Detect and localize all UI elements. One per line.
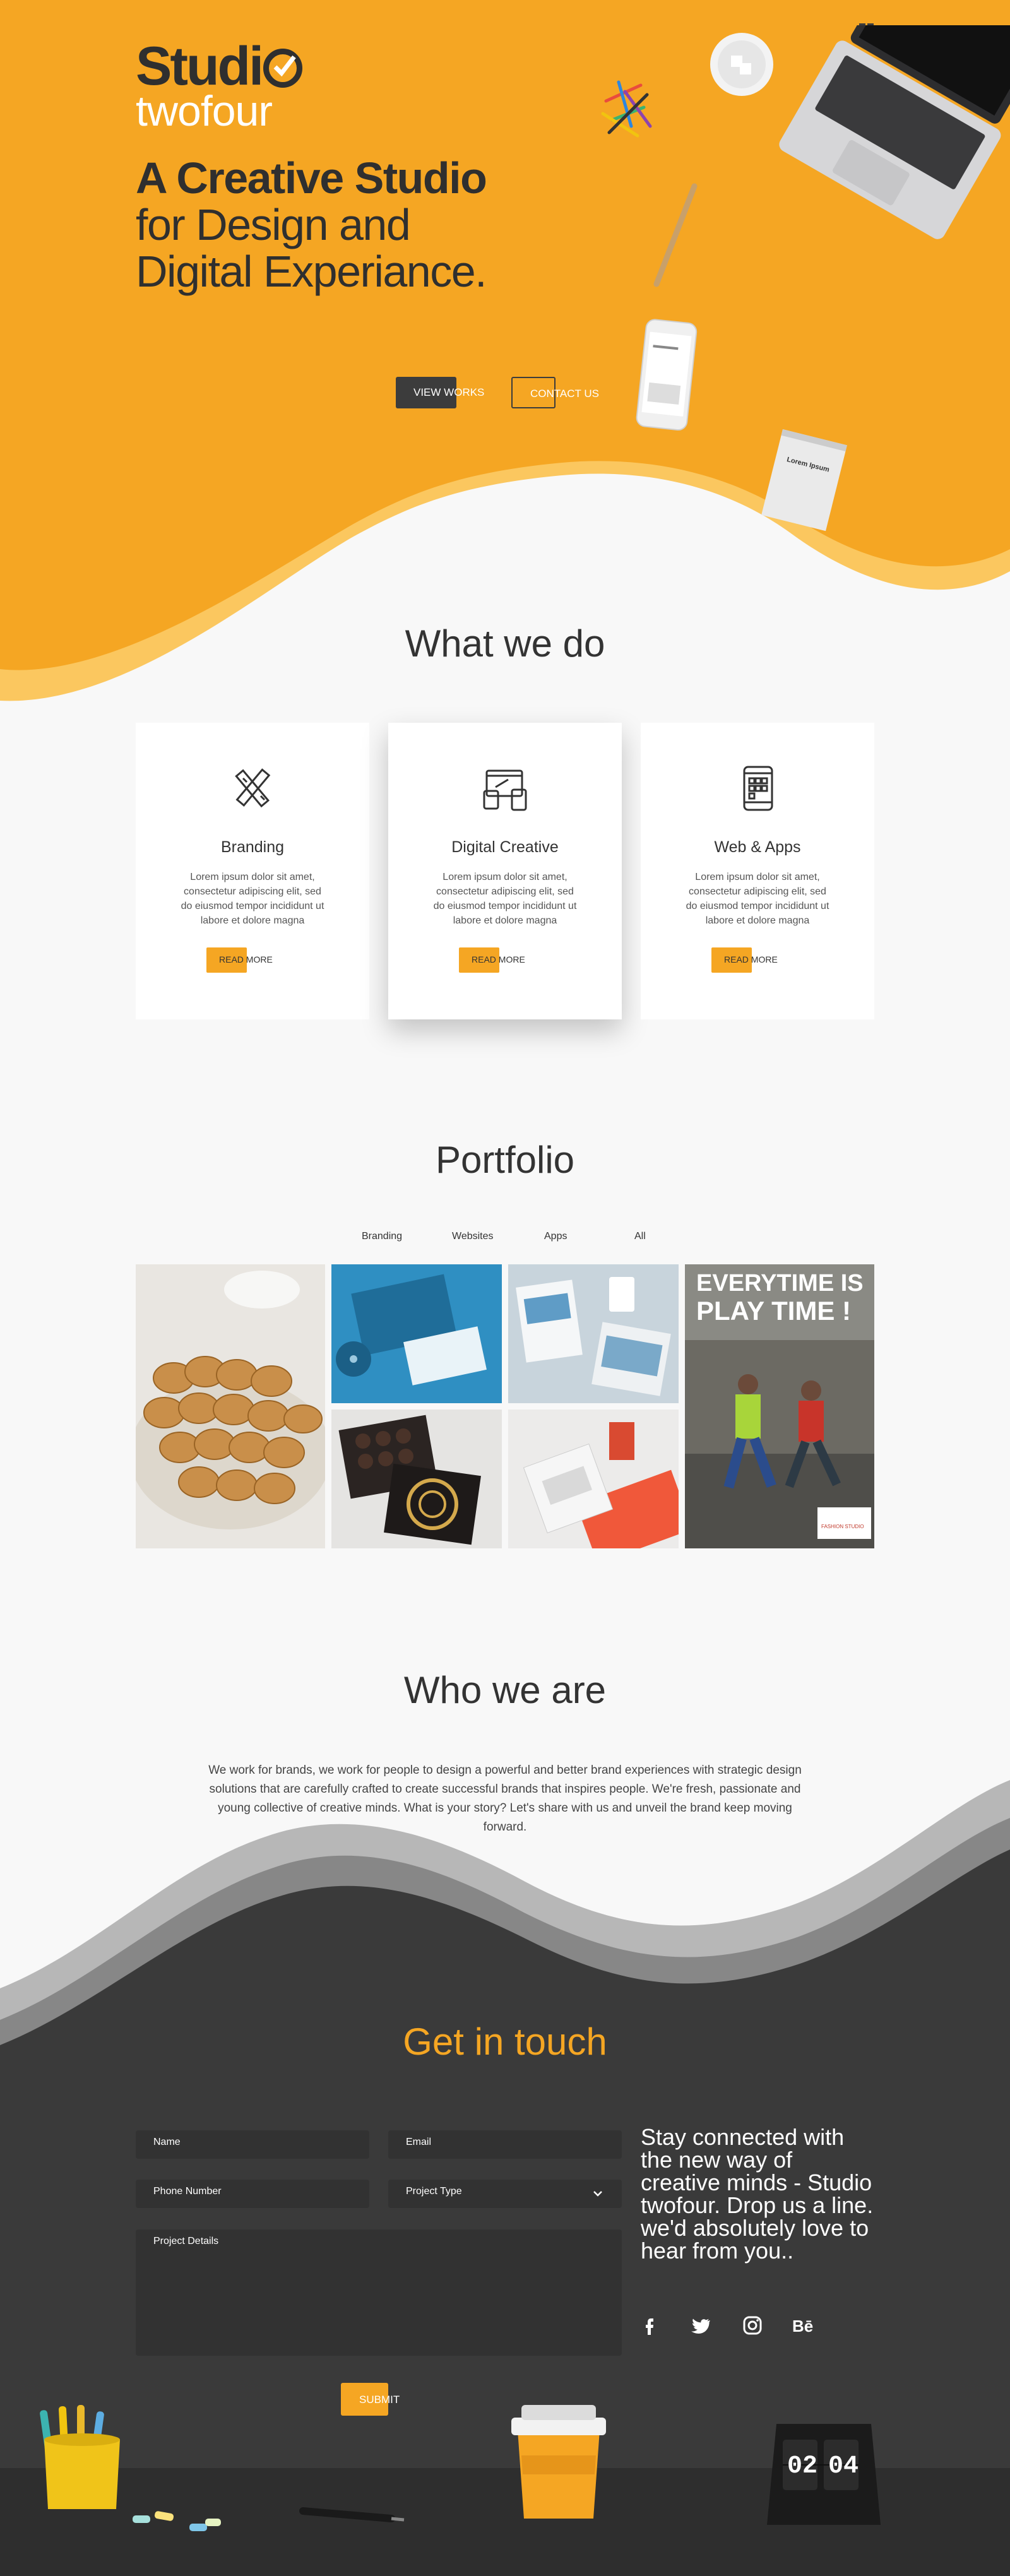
logo-check-icon [263,49,302,88]
pencil-cup-icon [40,2405,120,2509]
phone-placeholder: Phone Number [153,2186,222,2197]
twitter-icon[interactable] [690,2315,711,2336]
portfolio-item-play-time-poster[interactable]: EVERYTIME IS PLAY TIME ! FASHION STUDIO [685,1264,874,1548]
card-text: Lorem ipsum dolor sit amet, consectetur … [686,872,829,926]
filter-apps[interactable]: Apps [544,1231,567,1242]
svg-text:EVERYTIME IS: EVERYTIME IS [696,1270,864,1297]
project-details-textarea[interactable]: Project Details [136,2229,622,2356]
what-we-do-title: What we do [405,622,605,665]
svg-text:PLAY TIME !: PLAY TIME ! [696,1296,851,1326]
laptop-icon [779,25,1010,239]
card-title: Web & Apps [714,838,801,856]
hero-headline: A Creative Studio for Design and Digital… [136,153,487,296]
pencil-ruler-icon [235,768,271,808]
service-card-branding[interactable]: Branding Lorem ipsum dolor sit amet, con… [136,723,369,1019]
studio-logo[interactable]: Studi twofour [136,39,302,133]
headline-line-3: Digital Experiance. [136,247,487,296]
portfolio-title: Portfolio [435,1139,575,1181]
behance-icon[interactable]: Bē [792,2315,817,2336]
filter-websites[interactable]: Websites [452,1231,494,1242]
flip-clock-icon [767,2424,881,2525]
email-field[interactable]: Email [388,2130,622,2159]
portfolio-item-stationery[interactable] [508,1264,679,1403]
pen-footer-icon [299,2507,405,2522]
read-more-button[interactable]: READ MORE [206,947,273,973]
name-field[interactable]: Name [136,2130,369,2159]
portfolio-item-chocolate-box[interactable] [331,1410,502,1548]
instagram-icon[interactable] [742,2315,763,2336]
smartphone-icon [636,319,698,431]
phone-field[interactable]: Phone Number [136,2180,369,2208]
logo-text-twofour: twofour [136,87,273,135]
name-placeholder: Name [153,2137,181,2147]
stationery-mockup-image [508,1264,679,1403]
cookies-image [136,1264,325,1548]
project-type-select[interactable]: Project Type [388,2180,622,2208]
coffee-cup-icon [710,33,773,96]
devices-icon [483,769,527,811]
service-card-digital-creative[interactable]: Digital Creative Lorem ipsum dolor sit a… [388,723,622,1019]
read-more-label: READ MORE [472,954,525,965]
email-placeholder: Email [406,2137,432,2147]
read-more-button[interactable]: READ MORE [711,947,778,973]
get-in-touch-title: Get in touch [403,2021,607,2063]
svg-text:Bē: Bē [792,2317,813,2336]
read-more-button[interactable]: READ MORE [459,947,525,973]
card-title: Digital Creative [451,838,559,856]
card-text: Lorem ipsum dolor sit amet, consectetur … [181,872,324,926]
headline-line-1: A Creative Studio [136,153,487,203]
view-works-label: VIEW WORKS [413,386,485,398]
chevron-down-icon [593,2191,602,2197]
clock-hour-digits: 02 [787,2452,818,2481]
coffee-cup-footer-icon [511,2405,606,2519]
notepad-icon: Lorem Ipsum [761,429,847,531]
project-details-placeholder: Project Details [153,2236,219,2247]
mobile-app-icon [743,766,773,811]
card-title: Branding [220,838,285,856]
blue-stationery-image [331,1264,502,1403]
who-we-are-title: Who we are [403,1669,607,1711]
hero-desk-illustration: Lorem Ipsum [601,25,1010,531]
portfolio-item-cookies[interactable] [136,1264,325,1548]
contact-us-button[interactable]: CONTACT US [511,377,599,408]
colored-pencils-icon [601,80,652,138]
card-text: Lorem ipsum dolor sit amet, consectetur … [433,872,577,926]
filter-branding[interactable]: Branding [362,1231,402,1242]
orange-print-mockup-image [508,1410,679,1548]
who-we-are-text: We work for brands, we work for people t… [208,1764,802,1834]
svg-text:FASHION STUDIO: FASHION STUDIO [821,1524,864,1529]
services-cards: Branding Lorem ipsum dolor sit amet, con… [136,723,874,1019]
view-works-button[interactable]: VIEW WORKS [396,377,484,408]
play-time-poster-image: EVERYTIME IS PLAY TIME ! FASHION STUDIO [685,1264,874,1548]
portfolio-item-blue-branding[interactable] [331,1264,502,1403]
filter-all[interactable]: All [634,1231,646,1242]
read-more-label: READ MORE [724,954,778,965]
portfolio-item-orange-mockup[interactable] [508,1410,679,1548]
read-more-label: READ MORE [219,954,273,965]
portfolio-filters: Branding Websites Apps All [0,1231,1010,1250]
stay-connected-text: Stay connected with the new way of creat… [641,2124,874,2264]
pen-icon [653,183,698,287]
headline-line-2: for Design and [136,200,411,249]
logo-text-studio: Studi [136,36,264,97]
clock-minute-digits: 04 [828,2452,859,2481]
project-type-value: Project Type [406,2186,462,2197]
facebook-icon[interactable] [639,2315,660,2336]
chocolate-box-image [331,1410,502,1548]
service-card-web-apps[interactable]: Web & Apps Lorem ipsum dolor sit amet, c… [641,723,874,1019]
chalk-pieces-icon [133,2511,221,2531]
